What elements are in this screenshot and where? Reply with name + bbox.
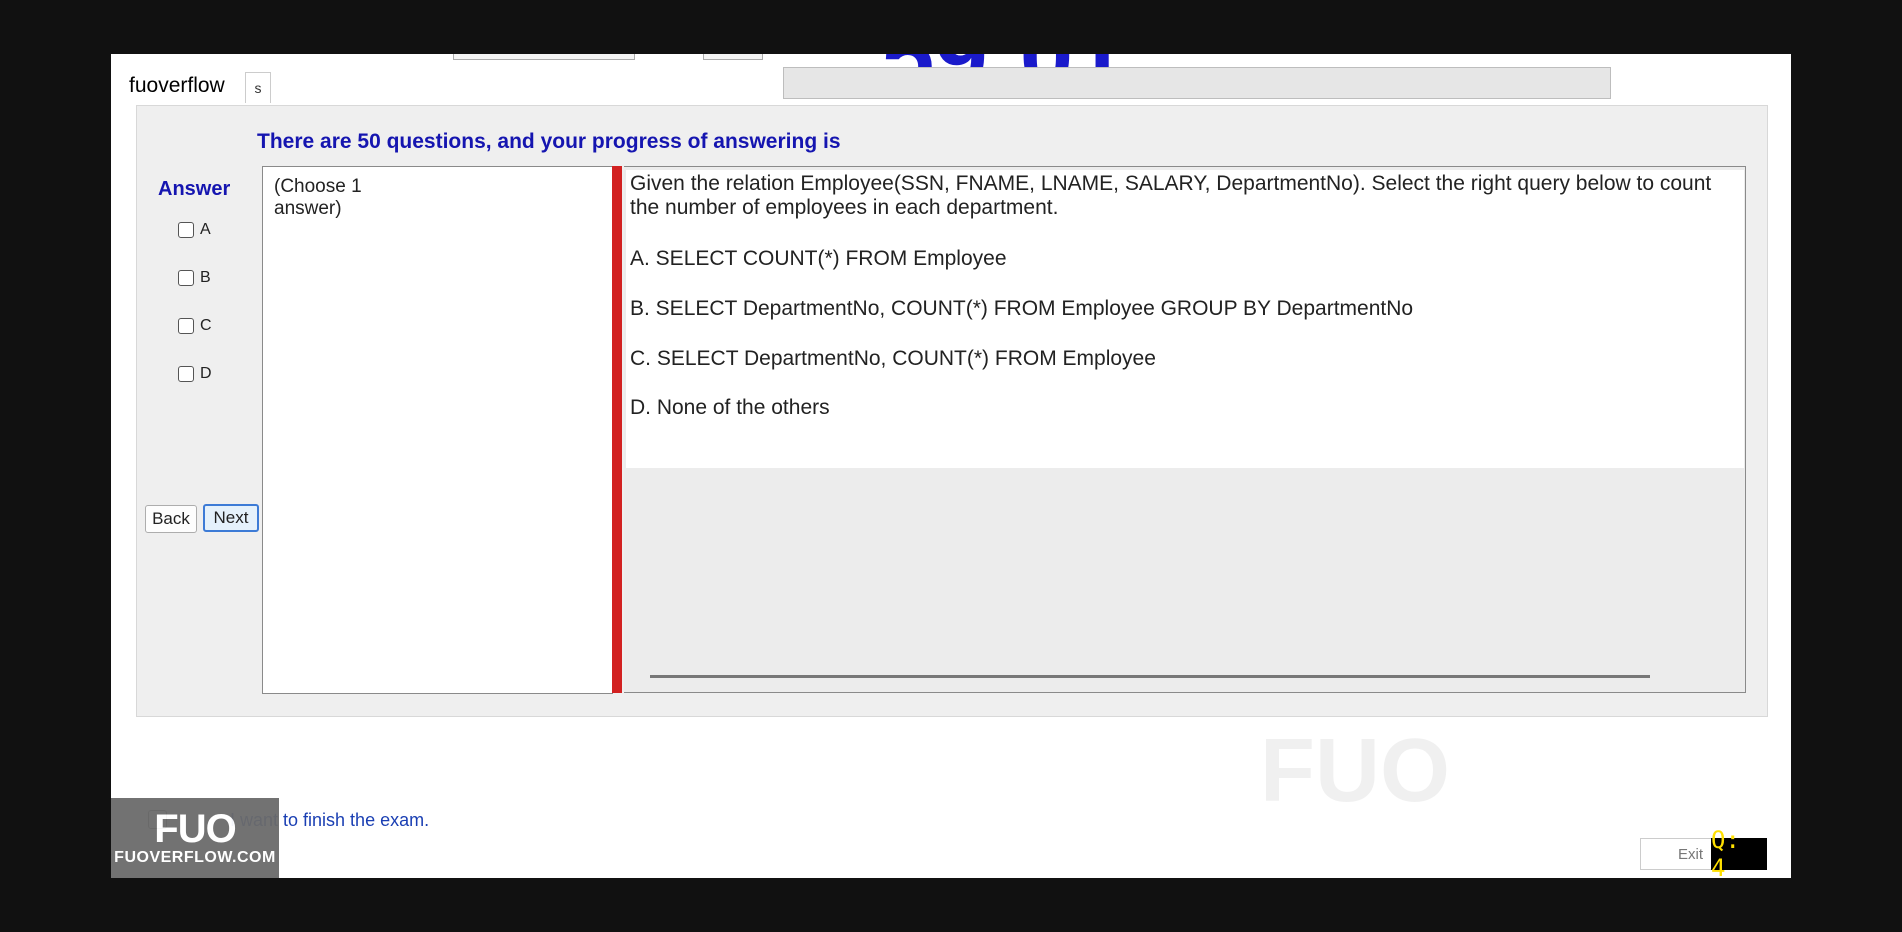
watermark: FUO (1260, 721, 1450, 821)
answer-option-label: A (200, 221, 211, 238)
checkbox-d[interactable] (178, 366, 194, 382)
top-input-2[interactable] (703, 54, 763, 60)
question-option-a: A. SELECT COUNT(*) FROM Employee (630, 247, 1007, 270)
progress-bar (783, 67, 1611, 99)
answer-option-a[interactable]: A (178, 221, 211, 239)
checkbox-a[interactable] (178, 222, 194, 238)
answer-option-label: B (200, 269, 211, 286)
question-number-badge: Q: 4 (1711, 826, 1767, 882)
checkbox-b[interactable] (178, 270, 194, 286)
choose-hint: (Choose 1 answer) (274, 176, 362, 219)
question-option-b: B. SELECT DepartmentNo, COUNT(*) FROM Em… (630, 297, 1414, 320)
choose-answer-box (262, 166, 613, 694)
logo-text: FUOVERFLOW.COM (114, 849, 276, 866)
horizontal-scrollbar[interactable] (650, 675, 1650, 678)
tab-stub[interactable]: s (245, 72, 271, 103)
question-text: Given the relation Employee(SSN, FNAME, … (630, 172, 1712, 219)
panel-splitter[interactable] (612, 166, 622, 693)
app-name: fuoverflow (129, 74, 225, 97)
question-option-d: D. None of the others (630, 396, 830, 419)
question-option-c: C. SELECT DepartmentNo, COUNT(*) FROM Em… (630, 347, 1156, 370)
back-button[interactable]: Back (145, 505, 197, 533)
top-input-1[interactable] (453, 54, 635, 60)
checkbox-c[interactable] (178, 318, 194, 334)
answer-option-b[interactable]: B (178, 269, 211, 287)
answer-option-label: D (200, 365, 212, 382)
progress-label: There are 50 questions, and your progres… (257, 130, 841, 153)
fuoverflow-logo: FUO FUOVERFLOW.COM (111, 798, 279, 878)
answer-option-d[interactable]: D (178, 365, 212, 383)
exit-button[interactable]: Exit (1640, 838, 1712, 870)
answer-option-c[interactable]: C (178, 317, 212, 335)
answer-option-label: C (200, 317, 212, 334)
next-button[interactable]: Next (203, 504, 259, 532)
answer-title: Answer (158, 178, 231, 200)
logo-mark: FUO (154, 807, 236, 851)
